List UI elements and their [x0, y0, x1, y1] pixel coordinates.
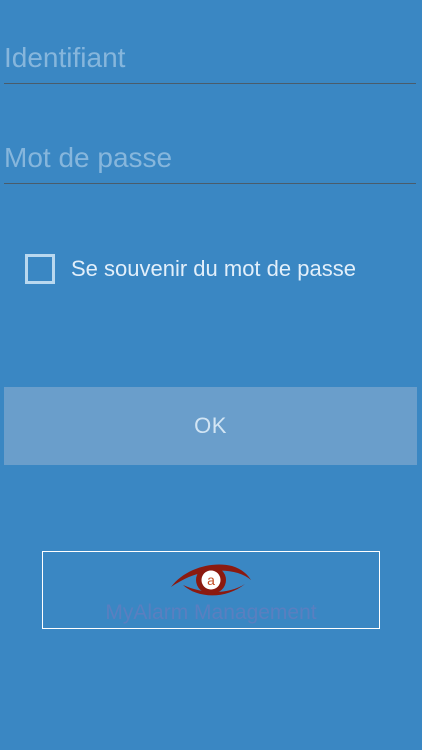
password-field[interactable] — [4, 133, 416, 184]
logo-letter: a — [207, 572, 215, 588]
password-input[interactable] — [4, 133, 416, 183]
username-field[interactable] — [4, 33, 416, 84]
brand-name: MyAlarm Management — [105, 601, 317, 624]
remember-password-option[interactable]: Se souvenir du mot de passe — [25, 250, 356, 288]
username-input[interactable] — [4, 33, 416, 83]
remember-password-label[interactable]: Se souvenir du mot de passe — [71, 256, 356, 282]
eye-logo-icon: a — [171, 564, 251, 596]
ok-button[interactable]: OK — [4, 387, 417, 465]
remember-password-checkbox[interactable] — [25, 254, 55, 284]
brand-logo-box: a MyAlarm Management — [42, 551, 380, 629]
